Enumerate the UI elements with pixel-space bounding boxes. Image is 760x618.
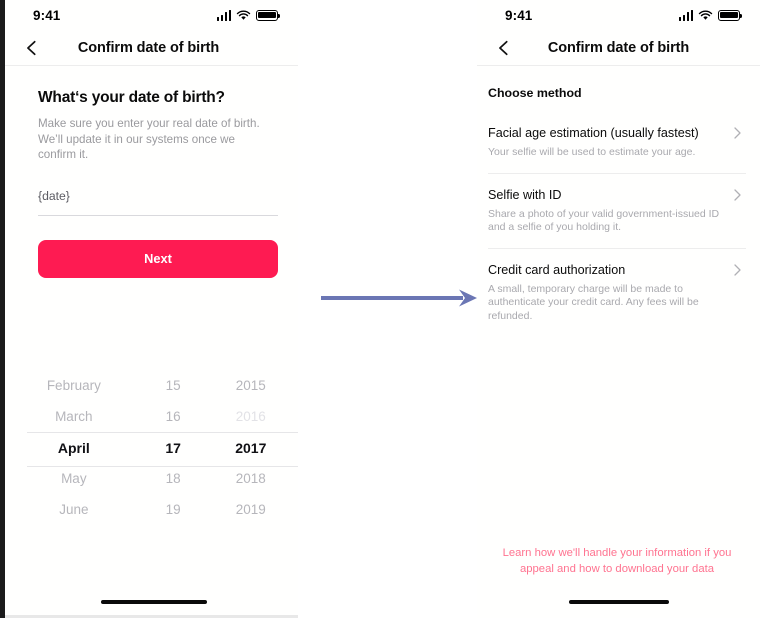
status-bar-icons [216, 9, 281, 21]
method-item-credit-card-authorization[interactable]: Credit card authorization A small, tempo… [488, 247, 746, 337]
method-title: Selfie with ID [488, 187, 562, 202]
back-button[interactable] [493, 37, 515, 59]
picker-day-option[interactable]: 18 [143, 471, 204, 486]
next-button[interactable]: Next [38, 239, 278, 278]
status-bar-time: 9:41 [33, 7, 61, 23]
method-description: A small, temporary charge will be made t… [488, 282, 699, 322]
picker-day-option[interactable]: 16 [143, 409, 204, 424]
page-title: Confirm date of birth [547, 39, 690, 56]
battery-icon [718, 9, 743, 21]
privacy-info-link[interactable]: Learn how we'll handle your information … [488, 545, 746, 577]
picker-month-selected[interactable]: April [5, 440, 143, 456]
wifi-icon [698, 9, 713, 20]
picker-selection-line-bottom [27, 466, 298, 467]
section-heading: Choose method [488, 86, 582, 100]
picker-month-option[interactable]: June [5, 502, 143, 517]
picker-selection-line-top [27, 432, 298, 433]
status-bar: 9:41 [5, 0, 298, 30]
method-title: Facial age estimation (usually fastest) [488, 126, 699, 140]
right-arrow-icon [321, 289, 477, 307]
battery-icon [256, 9, 281, 21]
chevron-right-icon [734, 188, 741, 201]
picker-month-option[interactable]: March [5, 409, 143, 424]
home-indicator [100, 600, 207, 604]
method-item-selfie-with-id[interactable]: Selfie with ID Share a photo of your val… [488, 172, 746, 248]
date-input-field[interactable]: {date} [38, 189, 278, 216]
phone-screen-date-of-birth: 9:41 Confirm date of birth What‘s your d… [0, 0, 298, 618]
status-bar: 9:41 [477, 0, 760, 30]
picker-row[interactable]: June 19 2019 [5, 494, 298, 525]
verification-method-panel: Choose method Facial age estimation (usu… [477, 86, 760, 336]
picker-row-selected[interactable]: April 17 2017 [5, 432, 298, 463]
phone-screen-choose-method: 9:41 Confirm date of birth Choose method… [477, 0, 760, 618]
cellular-signal-icon [678, 9, 693, 21]
status-bar-icons [678, 9, 743, 21]
method-title: Credit card authorization [488, 262, 626, 277]
status-bar-time: 9:41 [505, 7, 533, 23]
picker-row[interactable]: March 16 2016 [5, 401, 298, 432]
date-input-value: {date} [38, 188, 70, 203]
navigation-bar: Confirm date of birth [477, 30, 760, 66]
question-heading: What‘s your date of birth? [38, 89, 225, 106]
picker-day-option[interactable]: 19 [143, 502, 204, 517]
date-input-underline [38, 214, 278, 216]
picker-month-option[interactable]: February [5, 378, 143, 393]
picker-year-option[interactable]: 2015 [204, 378, 298, 393]
picker-year-selected[interactable]: 2017 [204, 440, 298, 456]
home-indicator [568, 600, 669, 604]
picker-day-selected[interactable]: 17 [143, 440, 204, 456]
date-picker-wheel[interactable]: February 15 2015 March 16 2016 April 17 … [5, 370, 298, 535]
picker-row[interactable]: May 18 2018 [5, 463, 298, 494]
back-button[interactable] [21, 37, 43, 59]
navigation-bar: Confirm date of birth [5, 30, 298, 66]
chevron-left-icon [27, 40, 36, 55]
method-description: Share a photo of your valid government-i… [488, 207, 720, 234]
chevron-left-icon [499, 40, 508, 55]
page-title: Confirm date of birth [77, 39, 220, 56]
chevron-right-icon [734, 127, 741, 139]
picker-year-option[interactable]: 2016 [204, 409, 298, 424]
picker-month-option[interactable]: May [5, 471, 143, 486]
chevron-right-icon [734, 263, 741, 276]
picker-year-option[interactable]: 2018 [204, 471, 298, 486]
picker-row[interactable]: February 15 2015 [5, 370, 298, 401]
date-of-birth-form: What‘s your date of birth? Make sure you… [5, 89, 298, 278]
picker-day-option[interactable]: 15 [143, 378, 204, 393]
method-list: Facial age estimation (usually fastest) … [488, 112, 746, 336]
cellular-signal-icon [216, 9, 231, 21]
method-item-facial-age-estimation[interactable]: Facial age estimation (usually fastest) … [488, 112, 746, 173]
method-description: Your selfie will be used to estimate you… [488, 146, 696, 158]
picker-year-option[interactable]: 2019 [204, 502, 298, 517]
wifi-icon [236, 9, 251, 20]
question-subtext: Make sure you enter your real date of bi… [38, 117, 260, 161]
